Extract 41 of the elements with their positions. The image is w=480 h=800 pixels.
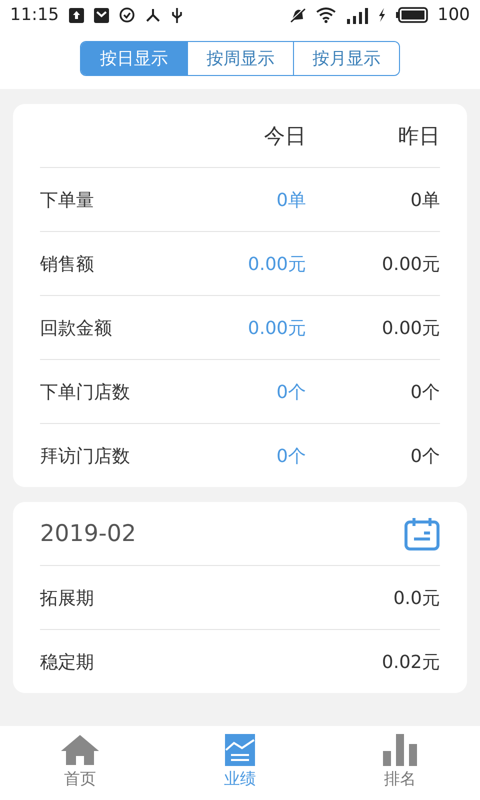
nav-tab[interactable]: 首页 xyxy=(0,726,160,800)
signal-icon xyxy=(346,6,368,24)
metric-label: 下单量 xyxy=(40,188,95,212)
mail-icon xyxy=(94,8,109,22)
yesterday-value: 0.00元 xyxy=(380,252,440,276)
period-value: 0.0元 xyxy=(392,586,440,610)
metric-label: 销售额 xyxy=(40,252,95,276)
period-value: 0.02元 xyxy=(380,650,440,674)
nav-tab[interactable]: 排名 xyxy=(320,726,480,800)
nav-tab[interactable]: 业绩 xyxy=(160,726,320,800)
view-tab[interactable]: 按月显示 xyxy=(293,42,399,75)
battery-icon xyxy=(396,7,428,23)
yesterday-value: 0个 xyxy=(410,444,440,468)
column-header: 昨日 xyxy=(397,122,440,150)
period-label: 稳定期 xyxy=(40,650,95,674)
charging-icon xyxy=(378,8,386,22)
bar-chart-icon xyxy=(383,734,417,766)
today-value: 0.00元 xyxy=(246,252,306,276)
chart-icon xyxy=(225,734,255,766)
month-label: 2019-02 xyxy=(40,520,138,546)
metric-label: 拜访门店数 xyxy=(40,444,131,468)
metric-label: 回款金额 xyxy=(40,316,113,340)
check-icon xyxy=(119,7,135,23)
today-value: 0个 xyxy=(276,444,306,468)
yesterday-value: 0个 xyxy=(410,380,440,404)
view-tab[interactable]: 按日显示 xyxy=(81,42,187,75)
today-value: 0单 xyxy=(276,188,306,212)
battery-level: 100 xyxy=(438,5,470,25)
column-header: 今日 xyxy=(263,122,306,150)
metric-label: 下单门店数 xyxy=(40,380,131,404)
wifi-icon xyxy=(316,7,336,23)
clock: 11:15 xyxy=(10,5,59,25)
yesterday-value: 0单 xyxy=(410,188,440,212)
period-label: 拓展期 xyxy=(40,586,95,610)
notification-icon xyxy=(69,8,84,22)
yesterday-value: 0.00元 xyxy=(380,316,440,340)
today-value: 0个 xyxy=(276,380,306,404)
today-value: 0.00元 xyxy=(246,316,306,340)
home-icon xyxy=(60,734,100,766)
calendar-icon[interactable] xyxy=(404,516,440,550)
usb-icon xyxy=(171,6,183,24)
